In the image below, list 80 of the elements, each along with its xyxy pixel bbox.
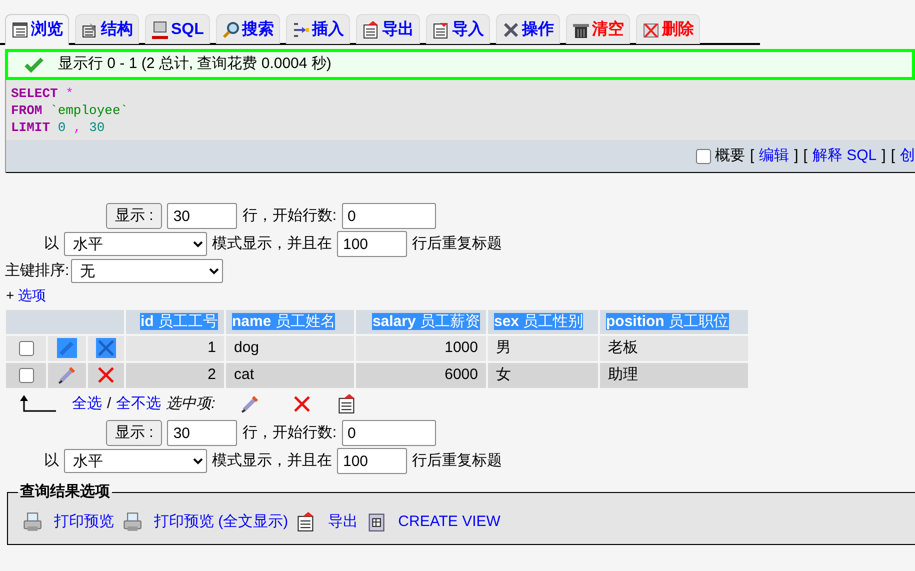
bracket-text: [ (890, 146, 895, 166)
plus-text: + (6, 286, 14, 305)
profiling-checkbox[interactable] (696, 148, 711, 164)
bracket-text: [ (750, 146, 754, 166)
table-cell: 男 (488, 336, 598, 361)
magnifier-icon (222, 20, 240, 38)
table-cell: 1000 (356, 336, 486, 361)
mode-select[interactable]: 水平 (64, 449, 207, 473)
table-cell: cat (226, 363, 354, 388)
pencil-icon[interactable] (57, 338, 77, 358)
tab[interactable]: SQL (145, 14, 210, 44)
repeat-header-field[interactable]: 100 (337, 448, 407, 474)
bracket-text: ] (882, 146, 886, 166)
mode-suffix-label: 模式显示，并且在 (212, 450, 332, 471)
rows-label: 行，开始行数: (242, 422, 337, 443)
rows-label: 行，开始行数: (242, 206, 337, 226)
view-icon[interactable] (366, 512, 386, 532)
table-cell: 女 (488, 363, 598, 388)
start-row-field[interactable]: 0 (342, 203, 436, 229)
table-icon (11, 21, 29, 39)
with-selected-label: 选中项: (166, 394, 216, 414)
tab[interactable]: 操作 (496, 14, 560, 44)
export-icon (362, 20, 380, 38)
bracket-text: ] (794, 146, 798, 166)
message-text: 显示行 0 - 1 (2 总计, 查询花费 0.0004 秒) (58, 54, 332, 74)
export-icon[interactable] (337, 394, 358, 414)
printer-icon[interactable] (122, 512, 142, 532)
printer-icon[interactable] (22, 512, 42, 532)
mode-prefix-label: 以 (44, 450, 59, 471)
mode-select[interactable]: 水平 (64, 232, 207, 256)
check-all-link[interactable]: 全选 (72, 392, 102, 416)
insert-icon (292, 20, 310, 38)
show-button[interactable]: 显示 : (106, 203, 162, 229)
show-button[interactable]: 显示 : (106, 420, 162, 446)
table-cell: 助理 (600, 363, 748, 388)
start-row-field[interactable]: 0 (342, 420, 436, 446)
mode-suffix-label: 模式显示，并且在 (212, 234, 332, 254)
drop-icon (642, 20, 660, 38)
check-icon (24, 56, 44, 72)
sort-select[interactable]: 无 (71, 259, 224, 283)
delete-icon[interactable] (96, 365, 116, 386)
table-cell: 老板 (600, 336, 748, 361)
tab[interactable]: 结构 (75, 14, 139, 44)
bracket-text: [ (803, 146, 808, 166)
options-link[interactable]: 选项 (18, 285, 46, 306)
import-icon (432, 20, 450, 38)
sort-label: 主键排序: (5, 260, 70, 281)
tab[interactable]: 导出 (356, 14, 420, 44)
table-cell: 2 (126, 363, 224, 388)
tab[interactable]: 插入 (286, 14, 350, 44)
result-action-link[interactable]: 导出 (328, 511, 358, 534)
repeat-header-label: 行后重复标题 (412, 234, 502, 254)
tab[interactable]: 导入 (426, 14, 490, 44)
table-cell: 6000 (356, 363, 486, 388)
mode-prefix-label: 以 (44, 234, 59, 254)
tab[interactable]: 浏览 (5, 14, 69, 45)
table-cell: 1 (126, 336, 224, 361)
result-action-link[interactable]: 打印预览 (54, 511, 114, 534)
export-icon[interactable] (296, 512, 316, 532)
result-action-link[interactable]: CREATE VIEW (398, 511, 500, 534)
delete-icon[interactable] (96, 338, 116, 358)
repeat-header-field[interactable]: 100 (337, 231, 407, 257)
row-checkbox[interactable] (18, 368, 34, 383)
sql-query: SELECT * FROM `employee` LIMIT 0 , 30 (10, 85, 130, 136)
document-icon (81, 20, 99, 38)
tab[interactable]: 搜索 (216, 14, 280, 44)
separator-text: / (107, 394, 112, 414)
sql-link[interactable]: 创 (900, 144, 915, 168)
repeat-header-label: 行后重复标题 (412, 450, 502, 471)
sql-link[interactable]: 编辑 (759, 144, 790, 168)
profiling-label: 概要 (714, 146, 745, 166)
rows-field[interactable]: 30 (167, 203, 238, 229)
uncheck-all-link[interactable]: 全不选 (116, 392, 162, 416)
rows-field[interactable]: 30 (167, 420, 238, 446)
table-cell: dog (226, 336, 354, 361)
result-action-link[interactable]: 打印预览 (全文显示) (154, 511, 288, 534)
sql-link[interactable]: 解释 SQL (812, 144, 877, 168)
row-checkbox[interactable] (18, 340, 34, 356)
corner-arrow-icon (20, 395, 56, 413)
pencil-icon[interactable] (57, 365, 77, 386)
